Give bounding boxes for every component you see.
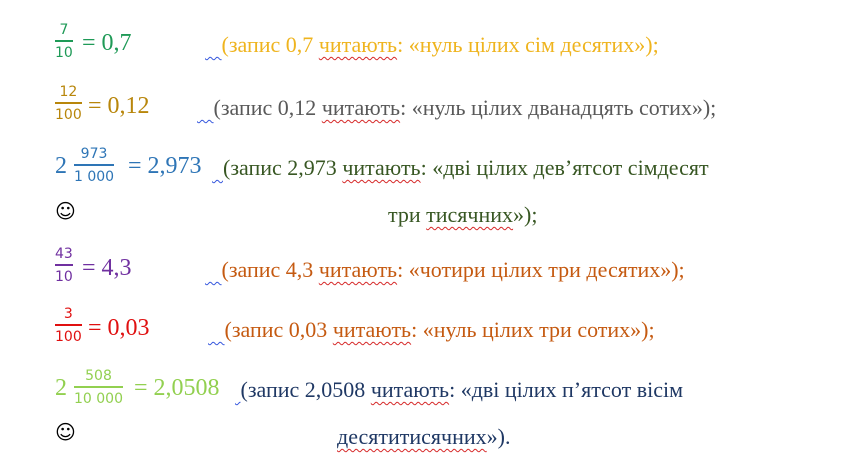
fraction-bar-1	[55, 40, 73, 42]
denominator-6: 10 000	[74, 390, 123, 407]
decimal-4: = 4,3	[82, 255, 132, 281]
note-4-b: читають	[318, 257, 398, 282]
denominator-4: 10	[55, 268, 73, 285]
numerator-6: 508	[85, 368, 112, 384]
fraction-6: 508 10 000	[74, 368, 123, 407]
reading-note-5: (запис 0,03 читають: «нуль цілих три сот…	[208, 317, 655, 343]
numerator-4: 43	[55, 246, 73, 262]
note-5-a: (запис 0,03	[224, 317, 333, 342]
numerator-2: 12	[59, 84, 78, 100]
reading-note-6-continued: десятитисячних»).	[337, 424, 511, 450]
decimal-3: = 2,973	[128, 153, 202, 179]
fraction-bar-2	[55, 102, 82, 104]
fraction-bar-5	[55, 324, 82, 326]
note-4-a: (запис 4,3	[221, 257, 319, 282]
note-6-c: : «дві цілих п’ятсот вісім	[449, 377, 684, 402]
note-5-b: читають	[332, 317, 412, 342]
fraction-5: 3 100	[55, 306, 82, 345]
note-1-b: читають	[318, 32, 398, 57]
note-3-a: (запис 2,973	[223, 155, 343, 180]
note-2-b: читають	[321, 95, 401, 120]
note-5-c: : «нуль цілих три сотих»);	[411, 317, 655, 342]
note-6-b: читають	[370, 377, 450, 402]
note-3-b: читають	[342, 155, 421, 180]
whole-part-3: 2	[55, 153, 67, 179]
denominator-2: 100	[55, 106, 82, 123]
fraction-bar-4	[55, 264, 73, 266]
denominator-3: 1 000	[74, 168, 115, 185]
note-1-c: : «нуль цілих сім десятих»);	[397, 32, 659, 57]
note-6-cont-a: десятитисячних	[337, 424, 487, 449]
note-6-cont-b: »).	[486, 424, 511, 449]
note-3-c: : «дві цілих дев’ятсот сімдесят	[420, 155, 709, 180]
note-2-c: : «нуль цілих дванадцять сотих»);	[400, 95, 717, 120]
note-6-a: (запис 2,0508	[240, 377, 371, 402]
decimal-5: = 0,03	[88, 315, 150, 341]
denominator-5: 100	[55, 328, 82, 345]
reading-note-4: (запис 4,3 читають: «чотири цілих три де…	[205, 257, 685, 283]
fraction-4: 43 10	[55, 246, 73, 285]
reading-note-3: (запис 2,973 читають: «дві цілих дев’ятс…	[212, 155, 709, 181]
note-3-cont-a: три	[388, 202, 427, 227]
numerator-1: 7	[59, 22, 69, 38]
reading-note-3-continued: три тисячних»);	[388, 202, 538, 228]
decimal-2: = 0,12	[88, 93, 150, 119]
note-1-a: (запис 0,7	[221, 32, 319, 57]
smiley-icon-2: ☺	[55, 420, 76, 444]
fraction-bar-6	[74, 386, 123, 388]
note-2-a: (запис 0,12	[213, 95, 322, 120]
note-3-cont-b: тисячних	[426, 202, 514, 227]
reading-note-2: (запис 0,12 читають: «нуль цілих дванадц…	[197, 95, 717, 121]
note-3-cont-c: »);	[513, 202, 538, 227]
fraction-2: 12 100	[55, 84, 82, 123]
fraction-3: 973 1 000	[74, 146, 115, 185]
numerator-3: 973	[80, 146, 108, 162]
whole-part-6: 2	[55, 375, 67, 401]
reading-note-1: (запис 0,7 читають: «нуль цілих сім деся…	[205, 32, 659, 58]
reading-note-6: (запис 2,0508 читають: «дві цілих п’ятсо…	[235, 377, 684, 403]
numerator-5: 3	[63, 306, 73, 322]
note-4-c: : «чотири цілих три десятих»);	[397, 257, 685, 282]
fraction-1: 7 10	[55, 22, 73, 61]
decimal-6: = 2,0508	[134, 375, 220, 401]
denominator-1: 10	[55, 44, 73, 61]
fraction-bar-3	[74, 164, 115, 166]
decimal-1: = 0,7	[82, 30, 132, 56]
smiley-icon: ☺	[55, 199, 76, 223]
